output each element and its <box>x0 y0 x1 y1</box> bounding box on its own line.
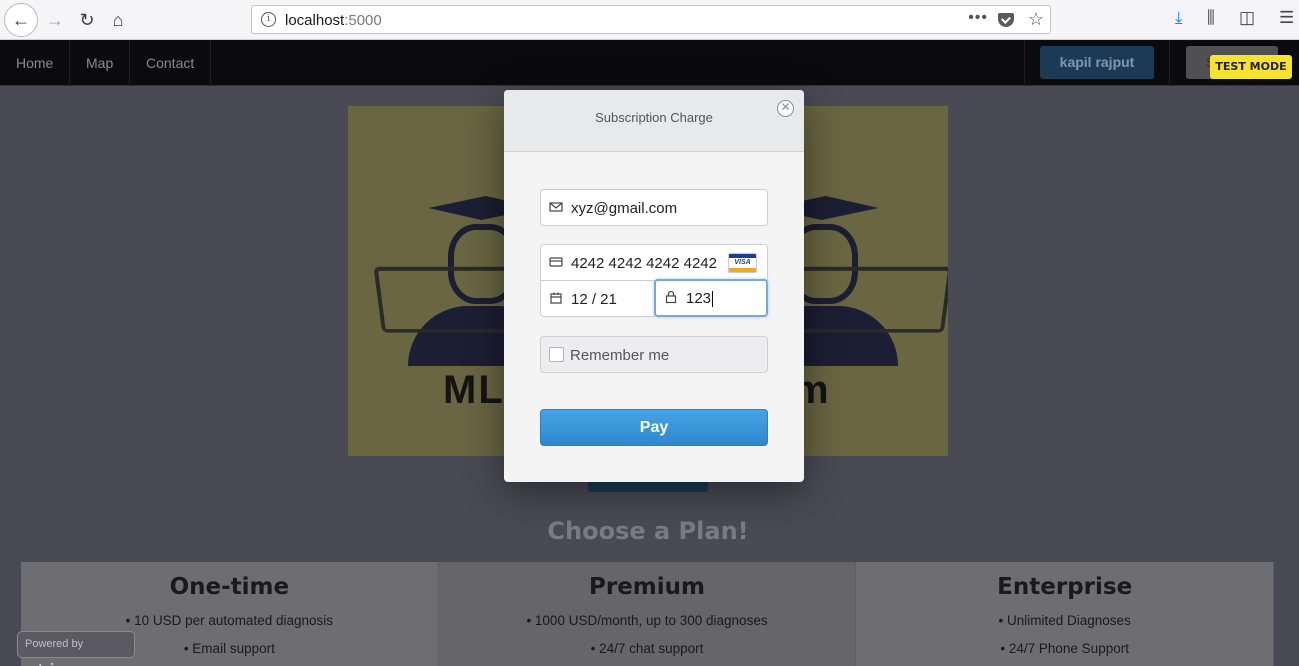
card-number-field[interactable]: 4242 4242 4242 4242 VISA <box>540 244 768 281</box>
nav-contact-link[interactable]: Contact <box>130 40 212 86</box>
site-info-icon[interactable]: i <box>261 12 276 27</box>
envelope-icon <box>549 202 563 212</box>
calendar-icon <box>550 292 562 304</box>
url-bar[interactable]: i localhost:5000 ••• ☆ <box>251 5 1051 34</box>
plan-name: Enterprise <box>997 574 1133 600</box>
plan-feature: • 24/7 Phone Support <box>1000 641 1129 656</box>
close-icon[interactable]: ✕ <box>777 100 794 117</box>
stripe-logo: stripe <box>28 660 74 666</box>
expiry-field[interactable]: 12 / 21 <box>540 280 655 317</box>
user-profile-button[interactable]: kapil rajput <box>1040 46 1154 79</box>
cvc-value: 123 <box>686 290 714 308</box>
test-mode-badge: TEST MODE <box>1210 55 1292 79</box>
card-details-group: 4242 4242 4242 4242 VISA 12 / 21 123 <box>540 244 768 317</box>
hamburger-menu-icon[interactable]: ☰ <box>1279 8 1294 28</box>
email-value: xyz@gmail.com <box>571 200 678 217</box>
plans-grid: One-time • 10 USD per automated diagnosi… <box>21 562 1275 666</box>
card-brand-label: VISA <box>734 259 751 266</box>
nav-divider <box>1024 40 1025 86</box>
reload-icon[interactable]: ↻ <box>72 5 102 35</box>
plan-feature: • 1000 USD/month, up to 300 diagnoses <box>526 613 768 628</box>
payment-modal: Subscription Charge ✕ xyz@gmail.com 4242… <box>504 90 804 482</box>
text-caret <box>712 291 714 308</box>
remember-me-row[interactable]: Remember me <box>540 336 768 373</box>
email-field[interactable]: xyz@gmail.com <box>540 189 768 226</box>
plan-feature: • Unlimited Diagnoses <box>998 613 1131 628</box>
nav-home-link[interactable]: Home <box>0 40 71 86</box>
credit-card-icon <box>549 257 563 267</box>
expiry-value: 12 / 21 <box>571 291 617 308</box>
home-icon[interactable]: ⌂ <box>103 5 133 35</box>
browser-toolbar: ← → ↻ ⌂ i localhost:5000 ••• ☆ ⤓ ⫼ ◫ ☰ <box>0 0 1299 40</box>
download-icon[interactable]: ⤓ <box>1175 8 1183 28</box>
pocket-icon[interactable] <box>998 13 1014 27</box>
site-navbar: Home Map Contact kapil rajput S <box>0 40 1299 86</box>
visa-card-icon: VISA <box>728 253 757 273</box>
plan-card-enterprise: Enterprise • Unlimited Diagnoses • 24/7 … <box>856 562 1275 666</box>
nav-map-link[interactable]: Map <box>70 40 131 86</box>
back-arrow-icon[interactable]: ← <box>4 3 38 37</box>
plan-card-premium: Premium • 1000 USD/month, up to 300 diag… <box>438 562 857 666</box>
plan-name: One-time <box>169 574 290 600</box>
cvc-text: 123 <box>686 290 712 307</box>
remember-me-label: Remember me <box>570 347 670 364</box>
plan-feature: • 10 USD per automated diagnosis <box>125 613 334 628</box>
url-port: :5000 <box>344 12 382 29</box>
plan-feature: • 24/7 chat support <box>590 641 704 656</box>
modal-header: Subscription Charge <box>504 90 804 152</box>
url-text: localhost:5000 <box>285 12 382 29</box>
plan-name: Premium <box>589 574 705 600</box>
pay-button[interactable]: Pay <box>540 409 768 446</box>
hero-title-left: ML <box>443 368 505 412</box>
lock-icon <box>665 290 677 304</box>
plans-heading: Choose a Plan! <box>547 517 749 545</box>
card-number-value: 4242 4242 4242 4242 <box>571 255 717 272</box>
bookmark-star-icon[interactable]: ☆ <box>1028 9 1044 30</box>
nav-divider <box>1169 40 1170 86</box>
library-icon[interactable]: ⫼ <box>1207 8 1215 28</box>
powered-by-stripe-badge[interactable]: Powered by stripe <box>17 631 135 666</box>
url-host: localhost <box>285 12 345 29</box>
powered-by-label: Powered by <box>25 638 84 650</box>
forward-arrow-icon[interactable]: → <box>40 5 70 35</box>
remember-me-checkbox[interactable] <box>549 347 564 362</box>
cvc-field[interactable]: 123 <box>654 279 768 317</box>
modal-title: Subscription Charge <box>595 110 713 125</box>
page-actions-icon[interactable]: ••• <box>968 9 988 27</box>
sidebar-icon[interactable]: ◫ <box>1239 8 1255 28</box>
